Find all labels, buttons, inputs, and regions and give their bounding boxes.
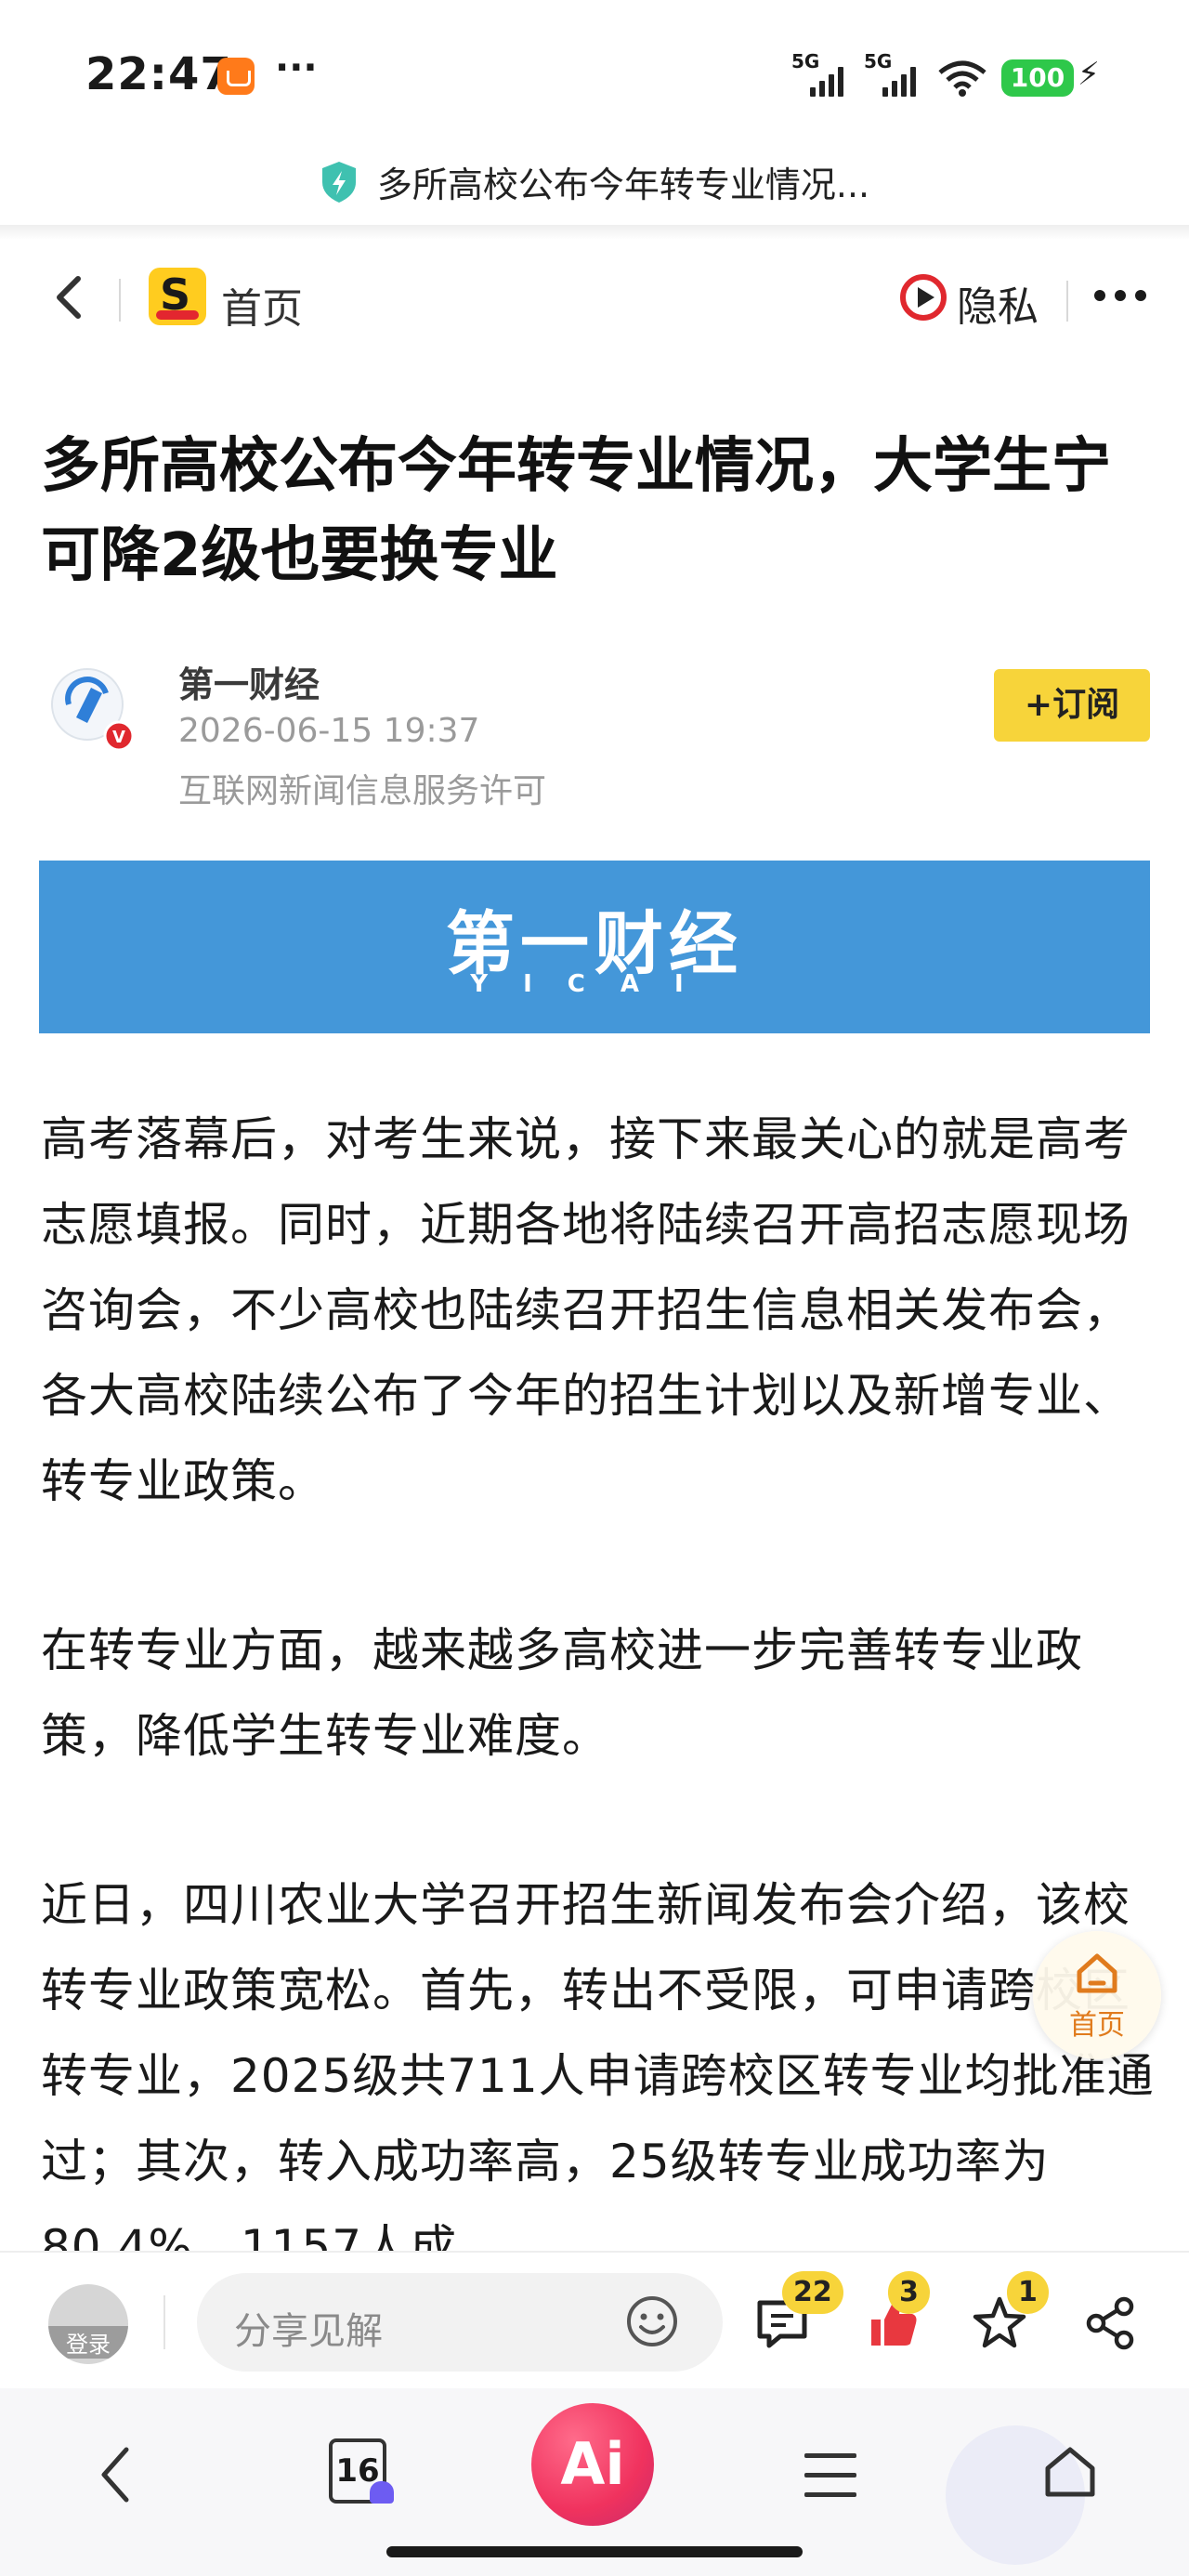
- back-button[interactable]: [41, 268, 97, 327]
- browser-home-icon[interactable]: [1040, 2442, 1100, 2502]
- float-home-label: 首页: [1069, 2009, 1125, 2042]
- wifi-icon: [938, 60, 986, 97]
- incognito-ghost-icon: [370, 2481, 394, 2504]
- nav-divider: [1066, 281, 1068, 322]
- license-text: 互联网新闻信息服务许可: [178, 772, 547, 810]
- charging-icon: ⚡: [1078, 56, 1100, 93]
- subscribe-button[interactable]: +订阅: [994, 669, 1150, 742]
- ai-assistant-button[interactable]: Ai: [531, 2403, 654, 2526]
- article-banner-image: 第一财经 YICAI: [39, 861, 1150, 1033]
- login-label: 登录: [48, 2326, 128, 2359]
- status-time: 22:47: [85, 48, 232, 100]
- shop-icon: [217, 58, 255, 95]
- shield-icon: [321, 161, 356, 203]
- share-placeholder: 分享见解: [234, 2310, 383, 2353]
- banner-subtitle: YICAI: [470, 970, 719, 998]
- article-body: 高考落幕后，对考生来说，接下来最关心的就是高考志愿填报。同时，近期各地将陆续召开…: [41, 1097, 1156, 2373]
- article-paragraph: 在转专业方面，越来越多高校进一步完善转专业政策，降低学生转专业难度。: [41, 1623, 1083, 1763]
- article-headline: 多所高校公布今年转专业情况，大学生宁可降2级也要换专业: [41, 432, 1111, 590]
- publish-time: 2026-06-15 19:37: [178, 712, 480, 750]
- comment-bar: 登录 分享见解 22 3 1: [0, 2251, 1189, 2390]
- emoji-icon[interactable]: [624, 2293, 680, 2349]
- home-indicator[interactable]: [386, 2546, 803, 2557]
- share-input[interactable]: 分享见解: [197, 2273, 723, 2372]
- article-paragraph: 高考落幕后，对考生来说，接下来最关心的就是高考志愿填报。同时，近期各地将陆续召开…: [41, 1112, 1130, 1508]
- more-icon[interactable]: [1094, 290, 1150, 303]
- battery-icon: 100: [1001, 59, 1074, 97]
- signal-icon: [810, 65, 856, 97]
- status-more-icon: ···: [275, 46, 318, 89]
- like-count-badge: 3: [888, 2271, 930, 2314]
- favorite-count-badge: 1: [1007, 2271, 1049, 2314]
- privacy-icon[interactable]: [899, 273, 947, 322]
- comment-divider: [163, 2295, 165, 2349]
- privacy-link[interactable]: 隐私: [957, 273, 1039, 333]
- status-bar: 22:47 ··· 5G 5G 100 ⚡: [0, 0, 1189, 139]
- svg-text:V: V: [112, 728, 125, 747]
- nav-bar: S 首页 隐私: [0, 240, 1189, 361]
- comment-count-badge: 22: [782, 2271, 843, 2314]
- float-home-button[interactable]: 首页: [1033, 1931, 1161, 2059]
- page-title-bar: 多所高校公布今年转专业情况...: [0, 139, 1189, 225]
- home-icon: [1077, 1953, 1117, 1993]
- home-link[interactable]: 首页: [221, 275, 303, 335]
- divider: [0, 225, 1189, 240]
- author-avatar[interactable]: V: [48, 665, 137, 755]
- article-paragraph: 近日，四川农业大学召开招生新闻发布会介绍，该校转专业政策宽松。首先，转出不受限，…: [41, 1878, 1155, 2274]
- browser-back-icon[interactable]: [97, 2442, 134, 2507]
- login-avatar[interactable]: 登录: [48, 2284, 128, 2364]
- signal-icon: [882, 65, 929, 97]
- menu-icon[interactable]: [804, 2453, 856, 2498]
- author-name[interactable]: 第一财经: [178, 656, 320, 707]
- page-title: 多所高校公布今年转专业情况...: [376, 164, 870, 205]
- sohu-logo-icon[interactable]: S: [149, 268, 206, 325]
- nav-divider: [119, 279, 121, 322]
- share-icon[interactable]: [1081, 2293, 1141, 2353]
